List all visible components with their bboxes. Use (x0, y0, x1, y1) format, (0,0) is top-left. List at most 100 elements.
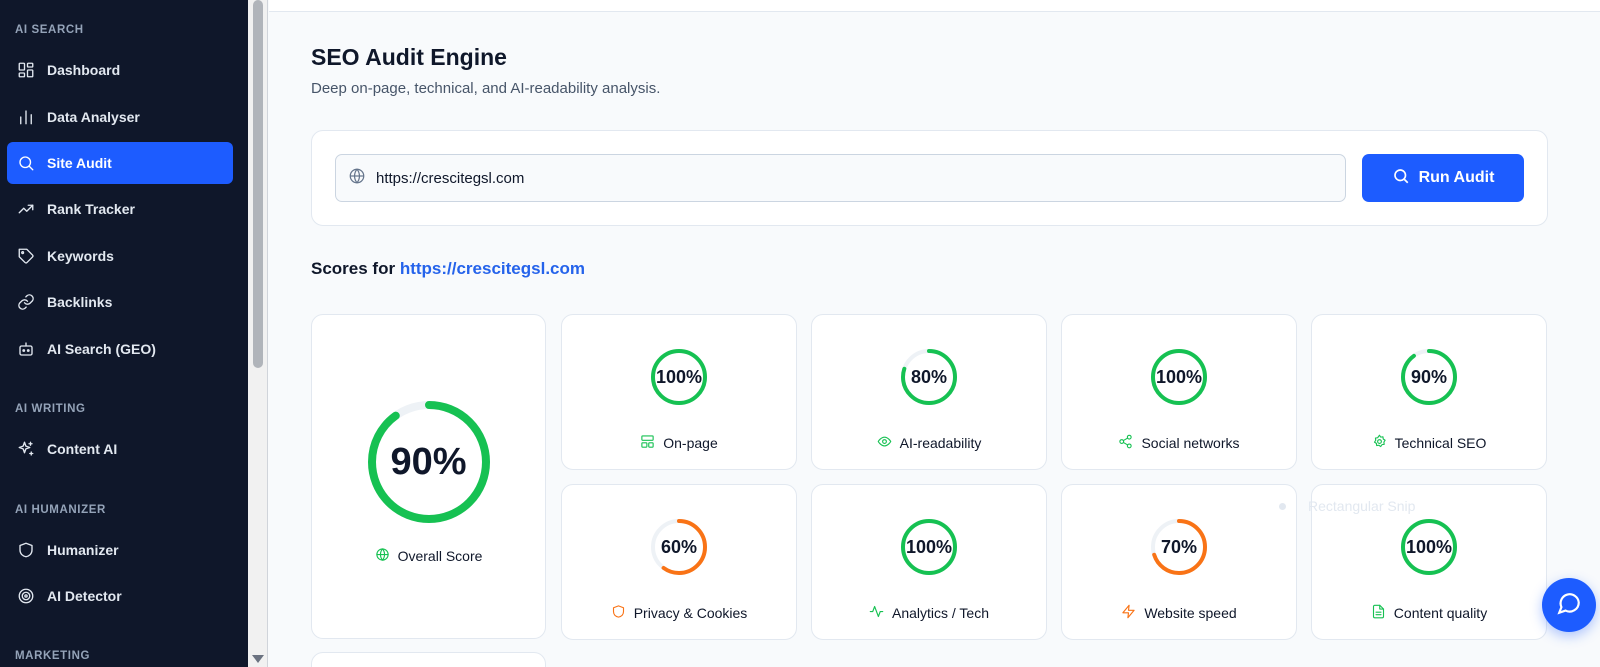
shield-icon (611, 604, 634, 622)
run-audit-button[interactable]: Run Audit (1362, 154, 1524, 202)
score-label: Content quality (1393, 605, 1488, 621)
sidebar-item-label: Content AI (47, 441, 118, 457)
score-label: Social networks (1141, 435, 1240, 451)
score-value: 90% (1410, 366, 1448, 387)
score-label: Technical SEO (1394, 435, 1487, 451)
url-input[interactable] (376, 169, 1276, 187)
score-ring: 100% (900, 518, 958, 576)
audit-form-card: Run Audit (311, 130, 1548, 226)
rectangular-snip-overlay: Rectangular Snip (1279, 498, 1415, 514)
globe-icon (375, 547, 398, 565)
score-ring: 70% (1150, 518, 1208, 576)
section-title-ai-writing: AI WRITING (15, 403, 86, 415)
sidebar-item-keywords[interactable]: Keywords (7, 235, 233, 277)
target-icon (17, 587, 35, 605)
score-value: 100% (655, 366, 703, 387)
score-value: 60% (660, 536, 698, 557)
sparkles-icon (17, 440, 35, 458)
sidebar-item-rank-tracker[interactable]: Rank Tracker (7, 188, 233, 230)
trending-up-icon (17, 200, 35, 218)
sidebar-item-label: Backlinks (47, 294, 113, 310)
sidebar-item-label: Dashboard (47, 62, 121, 78)
tag-icon (17, 247, 35, 265)
sidebar-item-label: AI Search (GEO) (47, 341, 156, 357)
score-label-row: Social networks (1062, 434, 1296, 452)
search-icon (17, 154, 35, 172)
sidebar-item-data-analyser[interactable]: Data Analyser (7, 96, 233, 138)
score-label-row: Content quality (1312, 604, 1546, 622)
score-value: 100% (1405, 536, 1453, 557)
share-icon (1118, 434, 1141, 452)
scrollbar-thumb[interactable] (253, 0, 263, 368)
page-title: SEO Audit Engine (311, 44, 507, 70)
scores-heading-prefix: Scores for (311, 259, 396, 278)
scores-heading: Scores for https://crescitegsl.com (311, 259, 585, 279)
sidebar-item-label: Keywords (47, 248, 114, 264)
section-title-ai-humanizer: AI HUMANIZER (15, 504, 106, 516)
score-label-row: Privacy & Cookies (562, 604, 796, 622)
overall-score-ring: 90% (366, 399, 492, 525)
score-value: 70% (1160, 536, 1198, 557)
score-card-on-page: 100% On-page (561, 314, 797, 470)
gear-icon (1372, 434, 1395, 452)
sidebar-item-site-audit[interactable]: Site Audit (7, 142, 233, 184)
snip-label: Rectangular Snip (1308, 498, 1416, 514)
score-card-privacy-cookies: 60% Privacy & Cookies (561, 484, 797, 640)
score-ring: 60% (650, 518, 708, 576)
score-label-row: Website speed (1062, 604, 1296, 622)
sidebar-item-label: Data Analyser (47, 109, 140, 125)
score-label: Website speed (1144, 605, 1237, 621)
score-ring: 100% (650, 348, 708, 406)
score-ring: 90% (1400, 348, 1458, 406)
sidebar: AI SEARCH Dashboard Data Analyser Site A… (0, 0, 248, 667)
score-label: Privacy & Cookies (633, 605, 748, 621)
scroll-down-icon[interactable] (252, 655, 264, 663)
sidebar-item-label: Site Audit (47, 155, 112, 171)
snip-dot-icon (1279, 502, 1286, 510)
file-icon (1371, 604, 1394, 622)
url-field[interactable] (335, 154, 1346, 202)
shield-icon (17, 541, 35, 559)
overall-score-value: 90% (390, 440, 467, 483)
globe-icon (348, 167, 376, 190)
search-icon (1392, 167, 1419, 190)
page-subtitle: Deep on-page, technical, and AI-readabil… (311, 80, 661, 97)
score-label-row: On-page (562, 434, 796, 452)
sidebar-item-content-ai[interactable]: Content AI (7, 428, 233, 470)
bot-icon (17, 340, 35, 358)
score-label: Analytics / Tech (891, 605, 989, 621)
sidebar-item-humanizer[interactable]: Humanizer (7, 529, 233, 571)
score-card-social-networks: 100% Social networks (1061, 314, 1297, 470)
sidebar-scrollbar[interactable] (248, 0, 268, 667)
score-card-ai-readability: 80% AI-readability (811, 314, 1047, 470)
bar-chart-icon (17, 108, 35, 126)
sidebar-item-dashboard[interactable]: Dashboard (7, 49, 233, 91)
sidebar-item-ai-search-geo[interactable]: AI Search (GEO) (7, 328, 233, 370)
score-ring: 100% (1400, 518, 1458, 576)
sidebar-item-backlinks[interactable]: Backlinks (7, 281, 233, 323)
score-value: 100% (905, 536, 953, 557)
scores-url-link[interactable]: https://crescitegsl.com (400, 259, 585, 278)
score-label-row: Analytics / Tech (812, 604, 1046, 622)
score-card-website-speed: 70% Website speed (1061, 484, 1297, 640)
score-card-analytics-tech: 100% Analytics / Tech (811, 484, 1047, 640)
top-bar (269, 0, 1600, 12)
chat-button[interactable] (1542, 578, 1596, 632)
score-value: 80% (910, 366, 948, 387)
score-label-row: AI-readability (812, 434, 1046, 452)
sidebar-item-ai-detector[interactable]: AI Detector (7, 575, 233, 617)
run-audit-label: Run Audit (1418, 169, 1495, 186)
chat-icon (1556, 590, 1582, 621)
score-card-technical-seo: 90% Technical SEO (1311, 314, 1547, 470)
score-value: 100% (1155, 366, 1203, 387)
sidebar-item-label: Humanizer (47, 542, 119, 558)
sidebar-item-label: AI Detector (47, 588, 122, 604)
section-title-ai-search: AI SEARCH (15, 24, 84, 36)
score-label: AI-readability (899, 435, 982, 451)
link-icon (17, 293, 35, 311)
overall-score-label-row: Overall Score (312, 547, 545, 565)
overall-score-label: Overall Score (397, 548, 483, 564)
partial-card (311, 652, 546, 667)
eye-icon (877, 434, 900, 452)
dashboard-icon (17, 61, 35, 79)
